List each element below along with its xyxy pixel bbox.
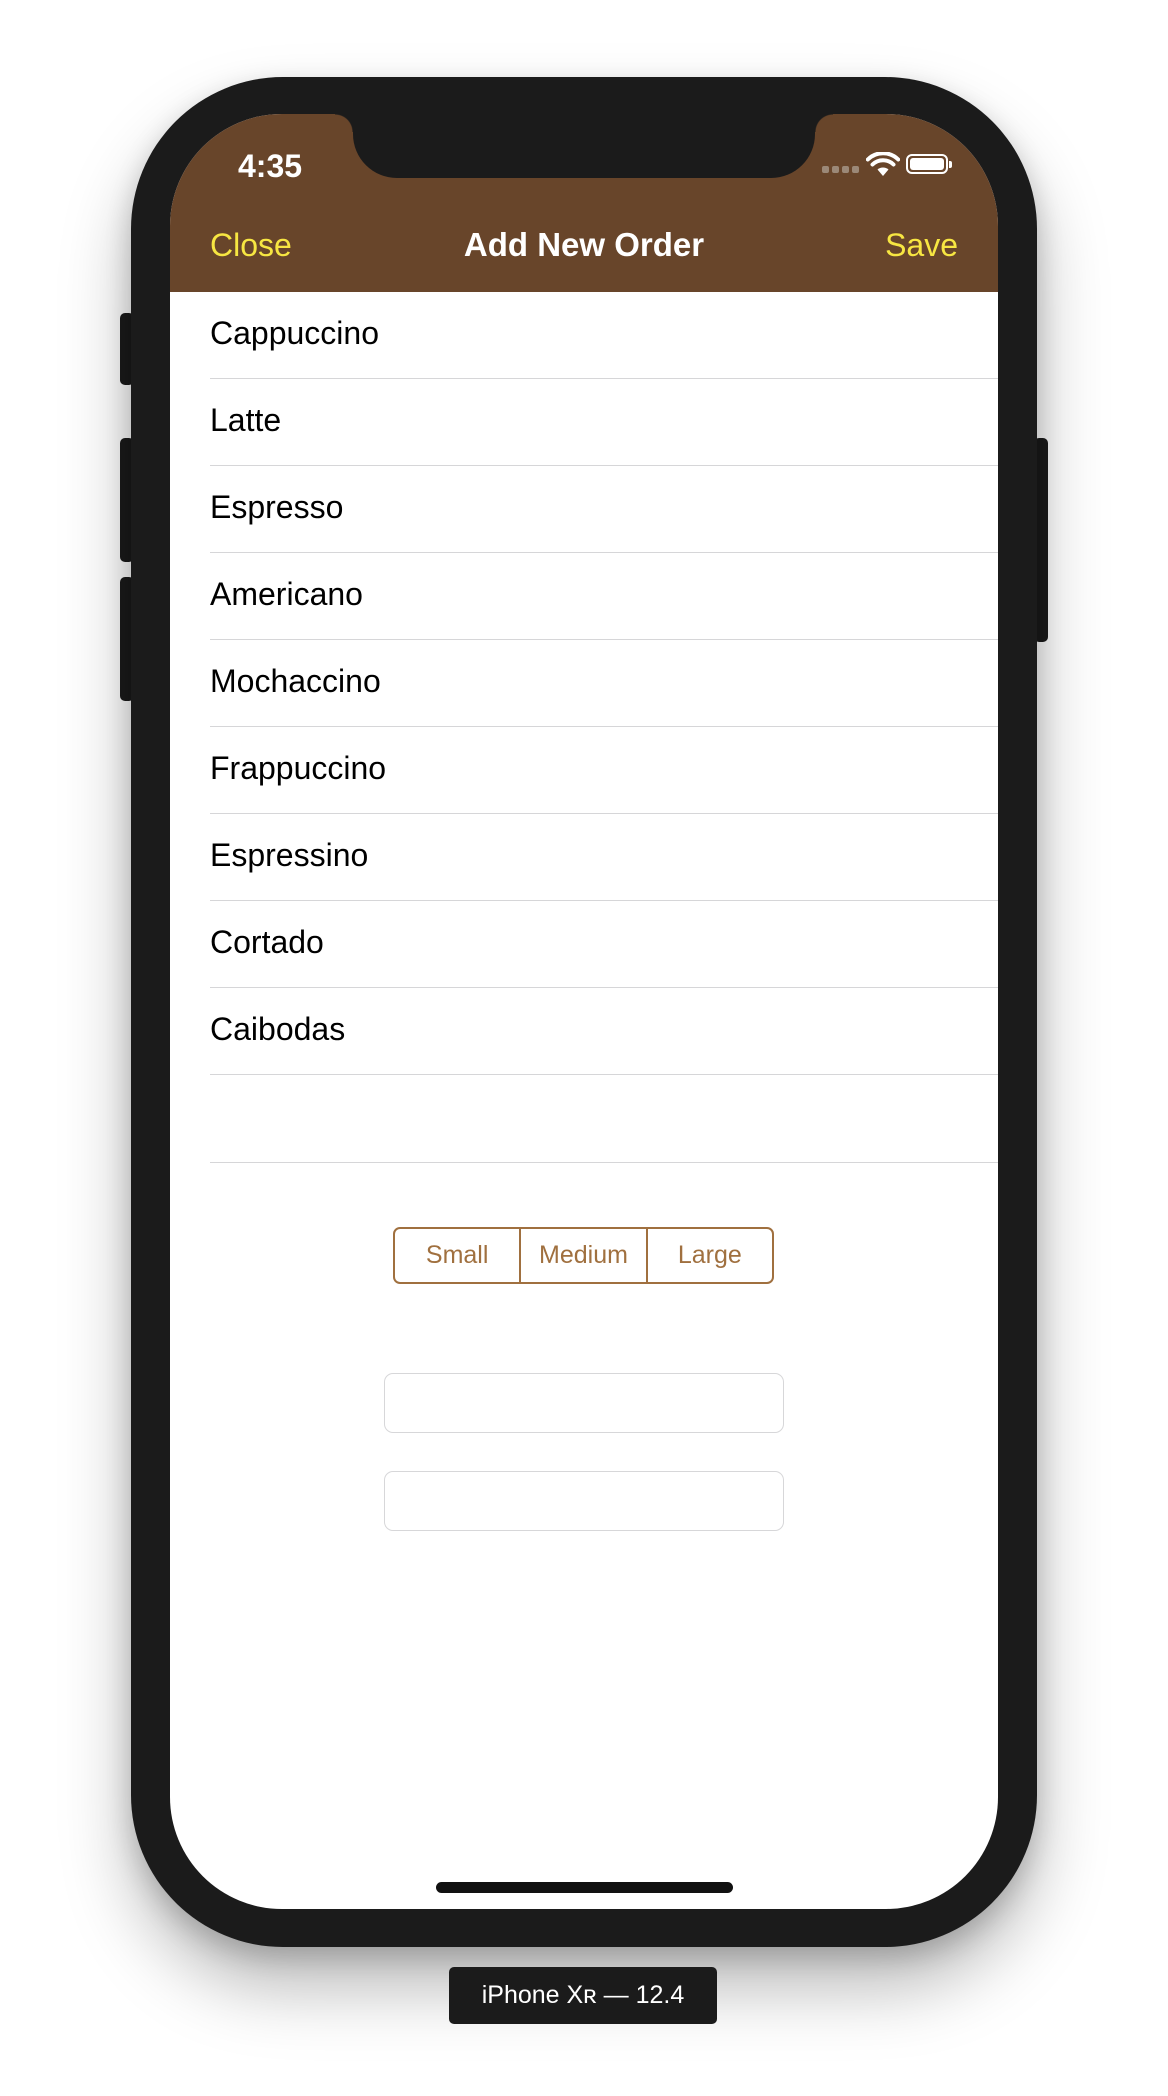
- size-segmented-control: Small Medium Large: [393, 1227, 774, 1284]
- status-icons: [822, 152, 970, 182]
- list-item-label: Frappuccino: [210, 750, 387, 786]
- order-text-field-2[interactable]: [384, 1471, 784, 1531]
- list-item-label: Espressino: [210, 837, 369, 873]
- save-button[interactable]: Save: [885, 227, 958, 264]
- coffee-list: Cappuccino Latte Espresso Americano Moch…: [170, 292, 998, 1163]
- list-item[interactable]: Caibodas: [210, 988, 998, 1075]
- page-title: Add New Order: [463, 226, 705, 263]
- cellular-signal-icon: [822, 166, 860, 174]
- phone-screen: 4:35 Close Add New Order Save Cappuccino…: [170, 114, 998, 1909]
- list-item-label: Cappuccino: [210, 315, 379, 351]
- size-option-medium[interactable]: Medium: [519, 1229, 645, 1282]
- size-option-large[interactable]: Large: [645, 1229, 772, 1282]
- order-text-field-1[interactable]: [384, 1373, 784, 1433]
- empty-list-row: [210, 1075, 998, 1163]
- simulator-device-label: iPhone Xʀ — 12.4: [449, 1967, 717, 2024]
- list-item[interactable]: Cortado: [210, 901, 998, 988]
- list-item-label: Caibodas: [210, 1011, 346, 1047]
- list-item-label: Latte: [210, 402, 282, 438]
- list-item[interactable]: Americano: [210, 553, 998, 640]
- list-item-label: Cortado: [210, 924, 324, 960]
- home-indicator[interactable]: [436, 1882, 733, 1893]
- device-notch: [335, 114, 833, 178]
- list-item-label: Mochaccino: [210, 663, 381, 699]
- list-item[interactable]: Espressino: [210, 814, 998, 901]
- list-item[interactable]: Espresso: [210, 466, 998, 553]
- navigation-bar: 4:35 Close Add New Order Save: [170, 114, 998, 292]
- status-time: 4:35: [238, 148, 303, 184]
- list-item[interactable]: Cappuccino: [210, 292, 998, 379]
- list-item-label: Espresso: [210, 489, 344, 525]
- list-item-label: Americano: [210, 576, 363, 612]
- battery-icon: [906, 154, 952, 174]
- list-item[interactable]: Latte: [210, 379, 998, 466]
- size-option-small[interactable]: Small: [395, 1229, 519, 1282]
- list-item[interactable]: Mochaccino: [210, 640, 998, 727]
- list-item[interactable]: Frappuccino: [210, 727, 998, 814]
- wifi-icon: [866, 152, 900, 176]
